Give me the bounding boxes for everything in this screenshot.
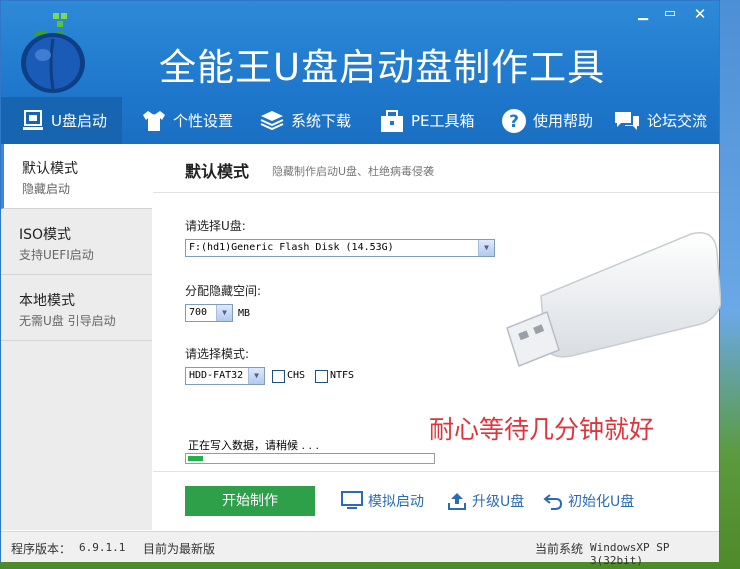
chs-label: CHS [287, 370, 306, 381]
chevron-down-icon[interactable]: ▼ [248, 368, 264, 384]
sidebar-item-local-mode[interactable]: 本地模式 无需U盘 引导启动 [1, 276, 152, 341]
progress-fill [188, 456, 203, 461]
main-nav: U盘启动 个性设置 系统下载 PE工具箱 ? 使用帮助 论坛交流 [1, 97, 719, 144]
progress-text: 正在写入数据，请稍候 . . . [188, 439, 319, 452]
nav-usb-boot[interactable]: U盘启动 [1, 97, 122, 144]
upload-icon [448, 493, 466, 510]
status-bar: 程序版本： 6.9.1.1 目前为最新版 当前系统 WindowsXP SP 3… [1, 531, 719, 567]
minimize-button[interactable]: ▁ [634, 5, 652, 23]
chat-icon [615, 111, 639, 130]
nav-label: PE工具箱 [411, 112, 475, 130]
chs-checkbox[interactable] [272, 370, 285, 383]
nav-label: 个性设置 [173, 112, 234, 130]
nav-help[interactable]: ? 使用帮助 [501, 97, 593, 144]
select-usb-label: 请选择U盘: [185, 219, 246, 233]
ntfs-checkbox[interactable] [315, 370, 328, 383]
version-value: 6.9.1.1 [79, 541, 126, 554]
simulate-boot-label: 模拟启动 [368, 494, 424, 510]
usb-icon [23, 109, 43, 130]
nav-forum[interactable]: 论坛交流 [613, 97, 707, 144]
os-value: WindowsXP SP 3(32bit) [590, 541, 670, 567]
wait-message: 耐心等待几分钟就好 [429, 415, 655, 444]
app-window: 全能王U盘启动盘制作工具 ▁ ▭ ✕ U盘启动 个性设置 系统下载 PE工具箱 … [0, 0, 721, 567]
divider [153, 471, 719, 472]
latest-version-text: 目前为最新版 [143, 542, 216, 556]
sidebar-item-default-mode[interactable]: 默认模式 隐藏启动 [1, 144, 152, 209]
layers-icon [260, 110, 284, 130]
sidebar-item-iso-mode[interactable]: ISO模式 支持UEFI启动 [1, 210, 152, 275]
hidden-space-unit: MB [238, 308, 251, 319]
sidebar-item-title: 默认模式 [22, 161, 78, 177]
ntfs-label: NTFS [330, 370, 355, 381]
undo-icon [543, 494, 563, 510]
nav-label: 系统下载 [291, 112, 352, 130]
upgrade-usb-button[interactable]: 升级U盘 [447, 491, 524, 511]
svg-text:?: ? [509, 112, 519, 132]
os-label: 当前系统 [535, 542, 584, 556]
usb-drive-image [506, 232, 721, 367]
version-label: 程序版本： [11, 542, 72, 556]
progress-bar [185, 453, 435, 464]
nav-personalize[interactable]: 个性设置 [141, 97, 233, 144]
sidebar-item-subtitle: 无需U盘 引导启动 [19, 314, 116, 328]
help-icon: ? [502, 108, 526, 133]
nav-label: 论坛交流 [647, 112, 708, 130]
usb-select-value: F:(hd1)Generic Flash Disk (14.53G) [189, 242, 394, 253]
restore-button[interactable]: ▭ [661, 5, 679, 23]
content-subtitle: 隐藏制作启动U盘、杜绝病毒侵袭 [272, 165, 435, 178]
chevron-down-icon[interactable]: ▼ [216, 305, 232, 321]
start-button[interactable]: 开始制作 [185, 486, 315, 516]
sidebar-item-subtitle: 支持UEFI启动 [19, 248, 94, 262]
usb-select[interactable]: F:(hd1)Generic Flash Disk (14.53G) ▼ [185, 239, 495, 257]
divider [153, 192, 719, 193]
mode-select[interactable]: HDD-FAT32 ▼ [185, 367, 265, 385]
sidebar-item-subtitle: 隐藏启动 [22, 182, 71, 196]
hidden-space-select[interactable]: 700 ▼ [185, 304, 233, 322]
content-title: 默认模式 [185, 162, 250, 181]
chevron-down-icon[interactable]: ▼ [478, 240, 494, 256]
mode-select-value: HDD-FAT32 [189, 370, 244, 381]
nav-pe-toolbox[interactable]: PE工具箱 [379, 97, 475, 144]
shirt-icon [143, 110, 165, 131]
nav-label: U盘启动 [51, 112, 107, 130]
upgrade-usb-label: 升级U盘 [472, 494, 525, 510]
sidebar-item-title: 本地模式 [19, 293, 75, 309]
monitor-icon [341, 491, 363, 509]
header: 全能王U盘启动盘制作工具 ▁ ▭ ✕ U盘启动 个性设置 系统下载 PE工具箱 … [1, 1, 719, 144]
init-usb-label: 初始化U盘 [568, 494, 635, 510]
init-usb-button[interactable]: 初始化U盘 [543, 491, 634, 511]
hidden-space-label: 分配隐藏空间: [185, 284, 262, 298]
app-title: 全能王U盘启动盘制作工具 [159, 46, 606, 89]
hidden-space-value: 700 [189, 307, 208, 318]
mode-label: 请选择模式: [185, 347, 250, 361]
toolbox-icon [381, 109, 403, 132]
simulate-boot-button[interactable]: 模拟启动 [341, 491, 424, 511]
mode-sidebar: 默认模式 隐藏启动 ISO模式 支持UEFI启动 本地模式 无需U盘 引导启动 [1, 144, 152, 530]
sidebar-item-title: ISO模式 [19, 227, 72, 243]
close-button[interactable]: ✕ [691, 5, 709, 23]
nav-system-download[interactable]: 系统下载 [259, 97, 351, 144]
nav-label: 使用帮助 [533, 112, 594, 130]
peach-logo-icon [21, 13, 85, 93]
